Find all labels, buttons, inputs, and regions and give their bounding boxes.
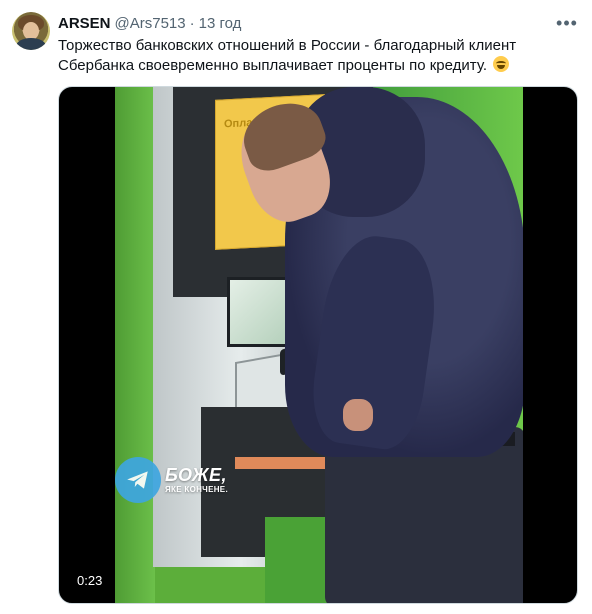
more-horizontal-icon: ••• <box>556 13 578 33</box>
video-frame[interactable]: Оплати БОЖЕ, ЯКЕ КОНЧЕНЕ. <box>115 87 523 603</box>
watermark-title: БОЖЕ, <box>165 465 228 485</box>
tweet-timestamp[interactable]: 13 год <box>199 15 242 32</box>
watermark-text: БОЖЕ, ЯКЕ КОНЧЕНЕ. <box>165 466 228 494</box>
tweet-text-line: Сбербанка своевременно выплачивает проце… <box>58 56 578 76</box>
telegram-plane-icon <box>127 471 148 489</box>
wall-left <box>115 87 155 603</box>
person-hand <box>343 399 373 431</box>
tweet-card[interactable]: ARSEN @Ars7513 · 13 год ••• Торжество ба… <box>0 0 592 614</box>
telegram-icon <box>115 457 161 503</box>
avatar-body <box>16 38 46 50</box>
video-duration: 0:23 <box>77 573 103 588</box>
tweet-text-line: Торжество банковских отношений в России … <box>58 37 517 54</box>
tweet-text: Торжество банковских отношений в России … <box>58 36 578 76</box>
user-handle[interactable]: @Ars7513 <box>115 15 186 32</box>
face-with-tears-of-joy-icon <box>493 56 510 72</box>
avatar[interactable] <box>12 12 50 50</box>
atm-cash-slot <box>235 457 335 469</box>
more-options-button[interactable]: ••• <box>556 13 578 33</box>
tweet-header: ARSEN @Ars7513 · 13 год <box>58 13 241 33</box>
tweet-text-span: Сбербанка своевременно выплачивает проце… <box>58 57 488 74</box>
watermark: БОЖЕ, ЯКЕ КОНЧЕНЕ. <box>115 457 228 503</box>
separator-dot: · <box>189 14 195 32</box>
video-player[interactable]: Оплати БОЖЕ, ЯКЕ КОНЧЕНЕ. 0:23 <box>58 86 578 604</box>
display-name[interactable]: ARSEN <box>58 15 111 32</box>
watermark-subtitle: ЯКЕ КОНЧЕНЕ. <box>165 485 228 494</box>
